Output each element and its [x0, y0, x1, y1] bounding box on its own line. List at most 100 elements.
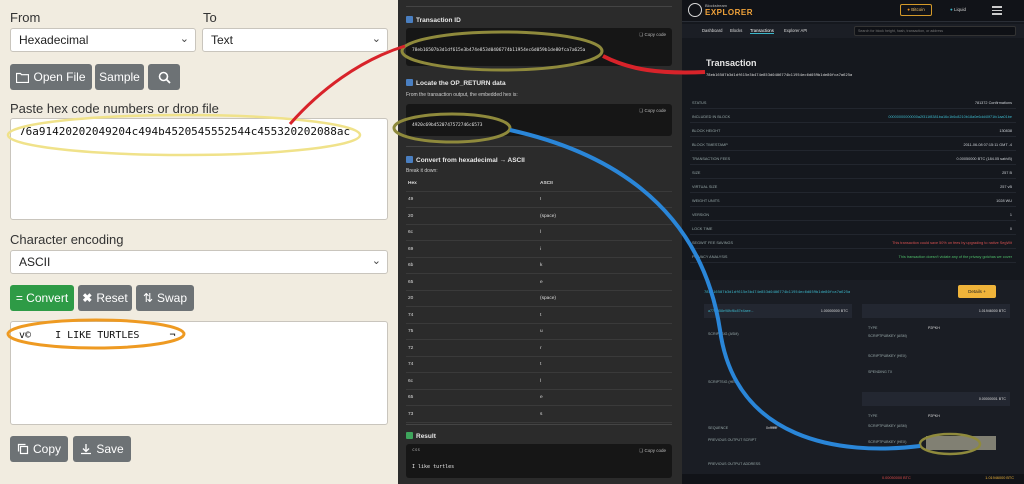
copy-code-button[interactable]: ❏ Copy code: [639, 32, 666, 38]
open-file-label: Open File: [33, 70, 86, 84]
result-code: I like turtles: [412, 464, 455, 470]
nav-explorer-api[interactable]: Explorer API: [784, 28, 807, 33]
hex-input[interactable]: 76a91420202049204c494b4520545552544c4553…: [10, 118, 388, 220]
type-label: TYPE: [868, 326, 878, 330]
detail-key: LOCK TIME: [692, 227, 713, 231]
pin-icon: [406, 16, 413, 23]
ascii-cell: s: [540, 411, 543, 417]
input-row[interactable]: a77f5d58e98fcf6c87e4aee... 1.00000000 BT…: [704, 304, 852, 318]
transaction-title: Transaction: [706, 58, 757, 68]
bitcoin-icon: ●: [907, 7, 910, 12]
ascii-cell: k: [540, 263, 543, 268]
detail-row: PRIVACY ANALYSIS This transaction doesn't…: [690, 252, 1016, 263]
copy-icon: [17, 443, 29, 455]
detail-value: 2011-06-08 07:15:11 GMT -4: [963, 143, 1012, 147]
reset-button[interactable]: ✖ Reset: [78, 285, 132, 311]
save-button[interactable]: Save: [73, 436, 131, 462]
hex-cell: 6b: [408, 263, 414, 268]
text-output[interactable]: v© I LIKE TURTLES ¬: [10, 321, 388, 425]
detail-key: TRANSACTION FEES: [692, 157, 731, 161]
table-header: Hex ASCII: [406, 176, 672, 192]
output-amount-2: 0.00000001 BTC: [978, 397, 1006, 401]
result-codebox: css ❏ Copy code I like turtles: [406, 444, 672, 478]
ascii-cell: l: [540, 230, 542, 235]
detail-row: TRANSACTION FEES 0.00050000 BTC (184.05 s…: [690, 154, 1016, 165]
detail-row: LOCK TIME 0: [690, 224, 1016, 235]
opreturn-code: 4920c69b4520747572746c6573: [412, 123, 483, 128]
block-explorer-panel: Blockstream EXPLORER ● Bitcoin ● Liquid …: [682, 0, 1024, 484]
nav-dashboard[interactable]: Dashboard: [702, 28, 723, 33]
detail-key: PRIVACY ANALYSIS: [692, 255, 728, 259]
to-select[interactable]: Text ⌄: [202, 28, 388, 52]
output-amount-1: 1.01946000 BTC: [978, 309, 1006, 313]
from-select[interactable]: Hexadecimal ⌄: [10, 28, 196, 52]
detail-row: BLOCK HEIGHT 130838: [690, 126, 1016, 137]
detail-row: INCLUDED IN BLOCK 00000000000000a2f311f83…: [690, 112, 1016, 123]
table-row: 73 s: [406, 407, 672, 423]
ascii-cell: (space): [540, 296, 556, 301]
from-select-value: Hexadecimal: [19, 33, 89, 47]
detail-key: SIZE: [692, 171, 701, 175]
nav-blocks[interactable]: Blocks: [730, 28, 742, 33]
hex-cell: 65: [408, 395, 414, 400]
prev-script-label: PREVIOUS OUTPUT SCRIPT: [708, 438, 757, 442]
hex-converter-panel: From To Hexadecimal ⌄ Text ⌄ Open File S…: [0, 0, 398, 484]
network-liquid-button[interactable]: ● Liquid: [942, 4, 974, 16]
footer-fee: 0.00050000 BTC: [882, 476, 911, 480]
hex-cell: 74: [408, 362, 414, 367]
output-row-1[interactable]: 1.01946000 BTC: [862, 304, 1010, 318]
folder-icon: [16, 72, 30, 83]
scriptpubkey-hex-label-2: SCRIPTPUBKEY (HEX): [868, 440, 907, 444]
chevron-down-icon: ⌄: [371, 33, 381, 45]
copy-button[interactable]: Copy: [10, 436, 68, 462]
encoding-select[interactable]: ASCII ⌄: [10, 250, 388, 274]
hex-cell: 20: [408, 296, 414, 301]
table-row: 20 (space): [406, 291, 672, 307]
search-button[interactable]: [148, 64, 180, 90]
sequence-label: SEQUENCE: [708, 426, 729, 430]
detail-value: 0: [1009, 227, 1012, 231]
detail-row: BLOCK TIMESTAMP 2011-06-08 07:15:11 GMT -…: [690, 140, 1016, 151]
output-row-2[interactable]: 0.00000001 BTC: [862, 392, 1010, 406]
to-select-value: Text: [211, 33, 234, 47]
reset-label: Reset: [96, 291, 128, 305]
table-row: 74 t: [406, 357, 672, 373]
to-label: To: [203, 10, 217, 25]
table-row: 69 i: [406, 242, 672, 258]
detail-key: VERSION: [692, 213, 710, 217]
nav-transactions[interactable]: Transactions: [750, 28, 774, 34]
hex-cell: 72: [408, 345, 414, 351]
detail-key: WEIGHT UNITS: [692, 199, 720, 203]
copy-code-button[interactable]: ❏ Copy code: [639, 448, 666, 454]
hex-cell: 69: [408, 246, 414, 252]
network-bitcoin-button[interactable]: ● Bitcoin: [900, 4, 932, 16]
check-icon: [406, 432, 413, 439]
detail-key: VIRTUAL SIZE: [692, 185, 718, 189]
breakdown-label: Break it down:: [406, 168, 438, 174]
ascii-cell: r: [540, 345, 542, 351]
open-file-button[interactable]: Open File: [10, 64, 92, 90]
type-value-2: P2PKH: [928, 414, 940, 418]
detail-value: 1: [1009, 213, 1012, 217]
ascii-cell: t: [540, 312, 542, 318]
swap-button[interactable]: ⇅ Swap: [136, 285, 194, 311]
detail-key: BLOCK HEIGHT: [692, 129, 721, 133]
copy-code-button[interactable]: ❏ Copy code: [639, 108, 666, 114]
opreturn-description: From the transaction output, the embedde…: [406, 92, 518, 98]
convert-button[interactable]: = Convert: [10, 285, 74, 311]
menu-icon[interactable]: [992, 5, 1002, 15]
sample-button[interactable]: Sample: [95, 64, 144, 90]
ascii-cell: (space): [540, 213, 556, 219]
type-value: P2PKH: [928, 326, 940, 330]
hex-cell: 49: [408, 197, 414, 202]
scriptsig-label: SCRIPTSIG (ASM): [708, 332, 739, 336]
details-button[interactable]: Details +: [958, 285, 996, 298]
hex-cell: 74: [408, 312, 414, 318]
ascii-cell: e: [540, 395, 543, 400]
blockstream-logo-icon: [688, 3, 702, 17]
hex-input-value: 76a91420202049204c494b4520545552544c4553…: [19, 125, 351, 138]
detail-row: SIZE 257 B: [690, 168, 1016, 179]
search-input[interactable]: Search for block height, hash, transacti…: [854, 26, 1016, 36]
explorer-nav: Dashboard Blocks Transactions Explorer A…: [682, 24, 1024, 38]
scriptsig-hex-label: SCRIPTSIG (HEX): [708, 380, 739, 384]
